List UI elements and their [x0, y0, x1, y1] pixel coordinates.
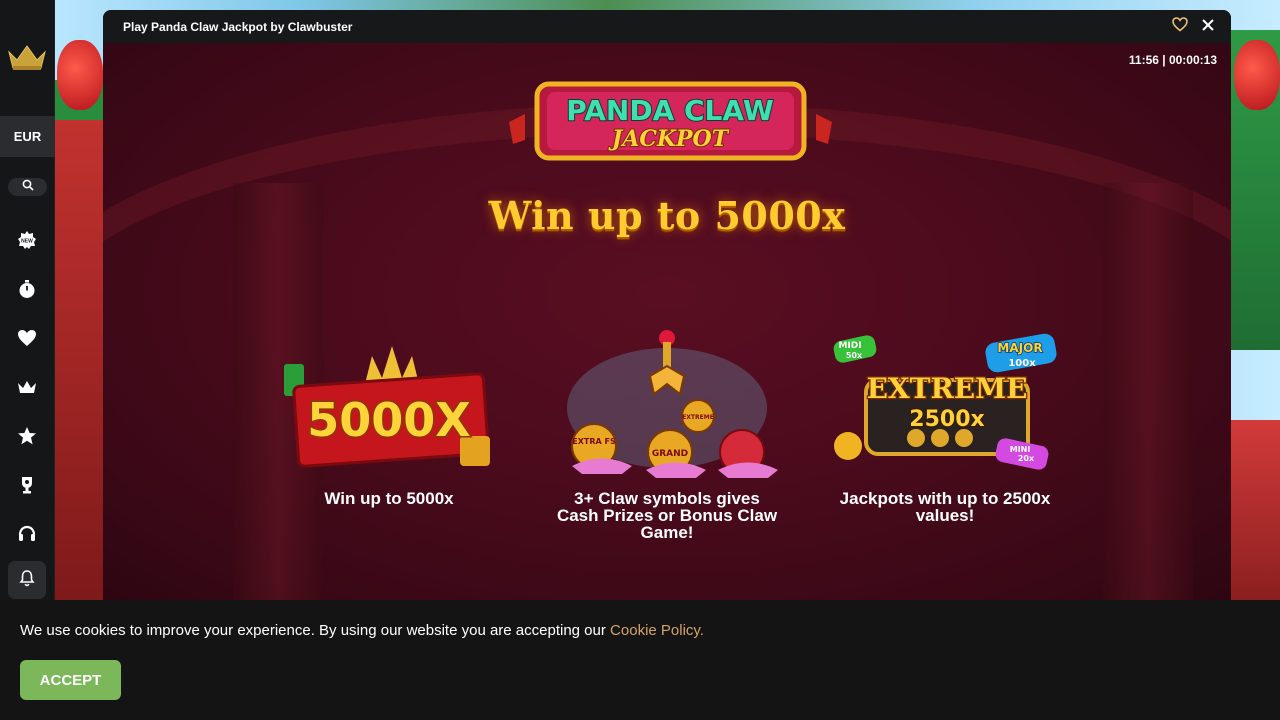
feature-art-claw: EXTRA FS GRAND EXTREME	[552, 328, 782, 478]
logo-line1: PANDA CLAW	[566, 94, 774, 127]
game-modal: Play Panda Claw Jackpot by Clawbuster 11…	[103, 10, 1231, 600]
art-badge: GRAND	[652, 449, 688, 459]
feature-caption: Win up to 5000x	[324, 489, 454, 508]
art-extreme-text: EXTREME	[867, 372, 1028, 405]
art-badge: 100x	[1008, 358, 1036, 369]
cookie-message: We use cookies to improve your experienc…	[20, 622, 611, 639]
art-badge: EXTREME	[682, 414, 714, 421]
art-badge: 50x	[846, 351, 863, 360]
temple-column-decoration	[1103, 183, 1193, 600]
search-icon	[22, 178, 34, 196]
accept-cookies-button[interactable]: ACCEPT	[20, 660, 121, 700]
lantern-decoration	[57, 40, 103, 110]
art-badge: EXTRA FS	[572, 437, 616, 446]
crown-logo-icon[interactable]	[7, 42, 47, 72]
cookie-text: We use cookies to improve your experienc…	[20, 622, 704, 639]
red-pillar	[55, 120, 103, 600]
feature-card: EXTRA FS GRAND EXTREME 3+ Claw symbols g…	[552, 328, 782, 541]
headline: Win up to 5000x	[488, 193, 846, 238]
sidebar: EUR NEW	[0, 0, 55, 600]
art-badge: MAJOR	[997, 341, 1042, 355]
close-button[interactable]	[1199, 18, 1217, 36]
art-5000x-text: 5000X	[307, 393, 471, 447]
search-button[interactable]	[8, 178, 47, 196]
new-badge-icon[interactable]: NEW	[15, 228, 39, 252]
cookie-policy-link[interactable]: Cookie Policy.	[610, 622, 704, 639]
bell-icon	[18, 569, 36, 592]
feature-card: 5000X Win up to 5000x	[274, 328, 504, 528]
feature-art-5000x: 5000X	[274, 328, 504, 478]
modal-header: Play Panda Claw Jackpot by Clawbuster	[103, 10, 1231, 43]
feature-caption: 3+ Claw symbols gives Cash Prizes or Bon…	[556, 489, 778, 542]
session-clock: 11:56 | 00:00:13	[1128, 53, 1217, 67]
red-pillar	[1230, 420, 1280, 600]
lantern-decoration	[1234, 40, 1280, 110]
currency-selector[interactable]: EUR	[0, 116, 55, 157]
stopwatch-icon[interactable]	[15, 277, 39, 301]
heart-icon[interactable]	[15, 326, 39, 350]
game-canvas[interactable]: 11:56 | 00:00:13 PANDA CLAW JACKPOT Win …	[103, 43, 1231, 600]
close-icon	[1202, 18, 1214, 36]
feature-art-jackpots: MIDI 50x MAJOR 100x EXTREME 2500x MINI 2…	[830, 328, 1060, 478]
crown-icon[interactable]	[15, 375, 39, 399]
favorite-button[interactable]	[1171, 17, 1189, 37]
feature-card: MIDI 50x MAJOR 100x EXTREME 2500x MINI 2…	[830, 328, 1060, 528]
art-extreme-value: 2500x	[909, 407, 984, 432]
cookie-banner: We use cookies to improve your experienc…	[0, 600, 1280, 720]
modal-title: Play Panda Claw Jackpot by Clawbuster	[123, 20, 353, 34]
headset-icon[interactable]	[15, 522, 39, 546]
svg-text:NEW: NEW	[21, 239, 33, 245]
heart-outline-icon	[1172, 17, 1188, 37]
feature-caption: Jackpots with up to 2500x values!	[839, 489, 1051, 525]
game-logo: PANDA CLAW JACKPOT	[503, 80, 838, 162]
logo-line2: JACKPOT	[608, 126, 730, 152]
art-badge: 20x	[1018, 454, 1035, 463]
trophy-icon[interactable]	[15, 473, 39, 497]
art-badge: MINI	[1010, 445, 1031, 454]
star-icon[interactable]	[15, 424, 39, 448]
notifications-button[interactable]	[8, 561, 46, 599]
art-badge: MIDI	[838, 341, 861, 351]
